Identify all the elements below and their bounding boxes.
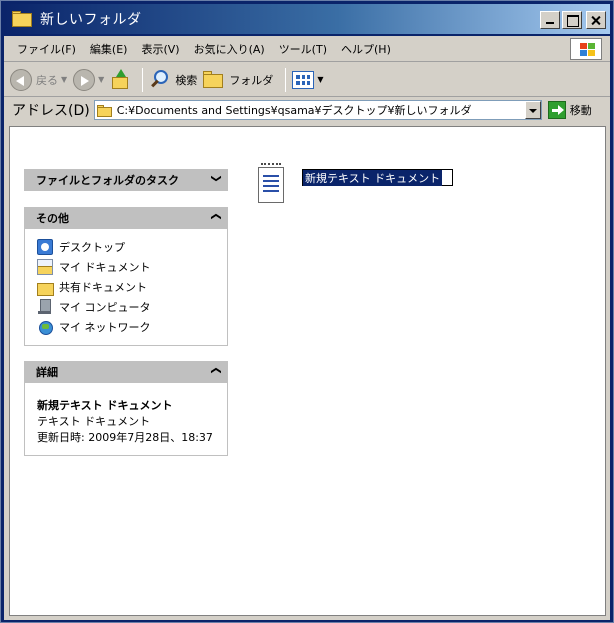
link-shared-documents[interactable]: 共有ドキュメント [37,277,215,297]
go-label: 移動 [569,104,592,117]
back-label: 戻る [36,73,58,87]
menu-edit[interactable]: 編集(E) [83,41,135,57]
link-my-computer[interactable]: マイ コンピュータ [37,297,215,317]
details-panel-title: 詳細 [36,366,58,379]
link-my-network[interactable]: マイ ネットワーク [37,317,215,337]
address-folder-icon [96,104,113,117]
up-button[interactable] [110,68,130,91]
forward-dropdown-icon[interactable]: ▼ [98,75,104,84]
menu-file[interactable]: ファイル(F) [10,41,83,57]
link-label: デスクトップ [59,241,125,254]
folders-button[interactable]: フォルダ [203,70,274,89]
details-panel-body: 新規テキスト ドキュメント テキスト ドキュメント 更新日時: 2009年7月2… [24,383,228,456]
menu-favorites[interactable]: お気に入り(A) [187,41,272,57]
folder-content-pane[interactable]: ファイルとフォルダのタスク ❯ その他 ❯ デスクトップ マイ ドキュメント 共… [9,126,606,616]
forward-button[interactable]: ▼ [73,68,104,91]
folders-icon [203,70,225,89]
search-icon [149,69,171,91]
title-bar[interactable]: 新しいフォルダ [4,4,610,34]
detail-file-name: 新規テキスト ドキュメント [37,399,173,412]
folder-icon [12,11,34,27]
details-panel-header[interactable]: 詳細 ❯ [24,361,228,383]
explorer-window: 新しいフォルダ ファイル(F) 編集(E) 表示(V) お気に入り(A) ツール… [0,0,614,623]
go-arrow-icon [547,101,566,119]
window-title: 新しいフォルダ [40,12,142,28]
menu-view[interactable]: 表示(V) [134,41,186,57]
folders-label: フォルダ [229,73,274,87]
up-folder-icon [110,68,130,91]
file-name-selected: 新規テキスト ドキュメント [303,169,443,186]
address-input[interactable]: C:¥Documents and Settings¥qsama¥デスクトップ¥新… [93,100,542,120]
text-document-icon [256,163,286,205]
address-bar: アドレス(D) C:¥Documents and Settings¥qsama¥… [4,98,610,122]
views-button[interactable]: ▼ [292,70,323,89]
window-frame: ファイル(F) 編集(E) 表示(V) お気に入り(A) ツール(T) ヘルプ(… [4,36,610,620]
link-label: マイ コンピュータ [59,301,151,314]
tasks-panel: ファイルとフォルダのタスク ❯ [24,169,228,191]
toolbar-separator [142,67,144,92]
desktop-icon [37,239,53,255]
standard-toolbar: 戻る ▼ ▼ 検索 フォルダ ▼ [4,63,610,97]
expand-chevron-icon[interactable]: ❯ [210,174,221,182]
address-path: C:¥Documents and Settings¥qsama¥デスクトップ¥新… [116,104,472,117]
link-label: マイ ネットワーク [59,321,151,334]
toolbar-separator [285,67,287,92]
maximize-button[interactable] [562,11,582,29]
minimize-button[interactable] [540,11,560,29]
other-places-header[interactable]: その他 ❯ [24,207,228,229]
computer-icon [37,299,53,315]
menu-bar: ファイル(F) 編集(E) 表示(V) お気に入り(A) ツール(T) ヘルプ(… [4,36,610,62]
search-label: 検索 [175,73,198,87]
link-label: 共有ドキュメント [59,281,147,294]
details-panel: 詳細 ❯ 新規テキスト ドキュメント テキスト ドキュメント 更新日時: 200… [24,361,228,456]
windows-logo-icon [570,38,602,60]
other-places-title: その他 [36,212,69,225]
go-button[interactable]: 移動 [547,101,592,119]
menu-tools[interactable]: ツール(T) [272,41,334,57]
my-documents-icon [37,259,53,275]
views-icon [292,70,315,89]
back-dropdown-icon[interactable]: ▼ [61,75,67,84]
network-icon [37,319,53,335]
detail-modified-date: 更新日時: 2009年7月28日、18:37 [37,431,213,444]
link-label: マイ ドキュメント [59,261,151,274]
rename-input[interactable]: 新規テキスト ドキュメント [302,169,454,186]
other-places-body: デスクトップ マイ ドキュメント 共有ドキュメント マイ コンピュータ マイ ネ… [24,229,228,346]
shared-folder-icon [37,279,54,296]
menu-help[interactable]: ヘルプ(H) [334,41,398,57]
forward-arrow-icon [73,68,96,91]
tasks-panel-header[interactable]: ファイルとフォルダのタスク ❯ [24,169,228,191]
back-arrow-icon [10,68,32,91]
link-desktop[interactable]: デスクトップ [37,237,215,257]
close-button[interactable] [586,11,606,29]
other-places-panel: その他 ❯ デスクトップ マイ ドキュメント 共有ドキュメント マイ コンピュー… [24,207,228,346]
file-item-text-document[interactable]: 新規テキスト ドキュメント [256,163,454,205]
address-label: アドレス(D) [12,103,90,119]
back-button[interactable]: 戻る ▼ [10,68,67,91]
detail-file-type: テキスト ドキュメント [37,415,151,428]
collapse-chevron-icon[interactable]: ❯ [210,366,221,374]
window-controls [540,11,606,29]
link-my-documents[interactable]: マイ ドキュメント [37,257,215,277]
search-button[interactable]: 検索 [149,69,197,91]
address-dropdown-button[interactable] [524,101,541,119]
views-dropdown-icon[interactable]: ▼ [317,75,323,84]
collapse-chevron-icon[interactable]: ❯ [210,212,221,220]
tasks-panel-title: ファイルとフォルダのタスク [36,174,179,187]
